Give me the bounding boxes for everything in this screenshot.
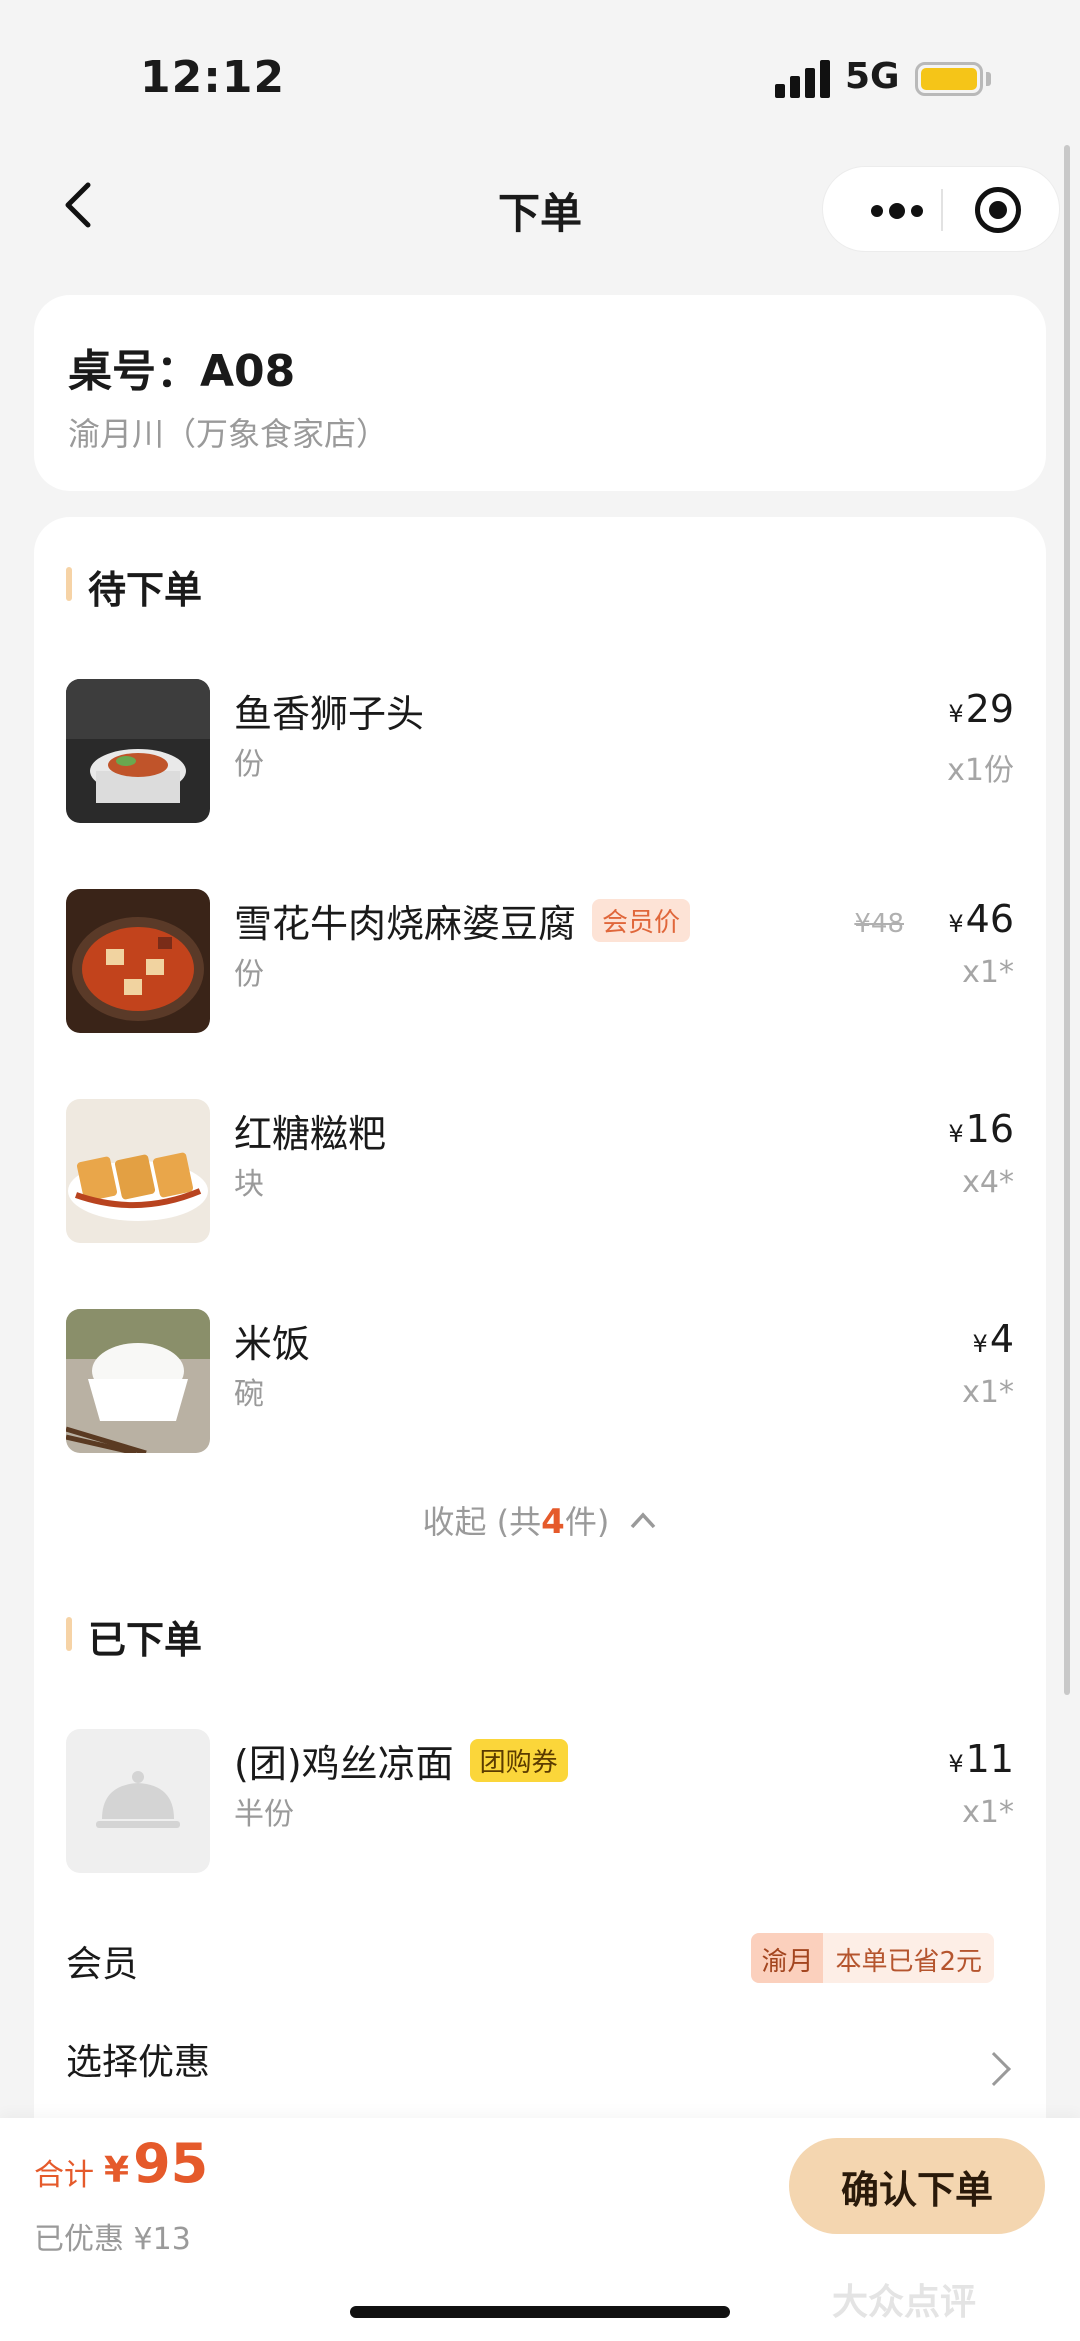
chevron-right-icon[interactable]: [977, 2052, 1011, 2086]
list-item[interactable]: 米饭 碗 ¥4 x1*: [66, 1309, 1014, 1453]
list-item[interactable]: 鱼香狮子头 份 ¥29 x1份: [66, 679, 1014, 823]
battery-icon: [915, 62, 983, 96]
checkout-bar: 合计 ¥95 已优惠 ¥13 确认下单 大众点评: [0, 2118, 1080, 2341]
item-count: 4: [541, 1502, 565, 1542]
close-target-icon[interactable]: [975, 187, 1021, 233]
price-value: 29: [965, 687, 1014, 731]
status-time: 12:12: [140, 52, 286, 103]
home-indicator[interactable]: [350, 2306, 730, 2318]
item-unit: 份: [234, 747, 264, 782]
price-value: 16: [965, 1107, 1014, 1151]
list-item[interactable]: (团)鸡丝凉面 团购券 半份 ¥11 x1*: [66, 1729, 1014, 1873]
chevron-up-icon: [630, 1512, 655, 1529]
item-price: ¥11: [948, 1737, 1014, 1781]
dish-image: [66, 1309, 210, 1453]
ordered-section-title: 已下单: [66, 1609, 202, 1664]
table-info-card: 桌号：A08 渝月川（万象食家店）: [34, 295, 1046, 491]
item-quantity: x4*: [962, 1165, 1014, 1200]
total-value: 95: [133, 2132, 209, 2195]
item-name: (团)鸡丝凉面 团购券: [234, 1733, 568, 1788]
pending-section-title: 待下单: [66, 559, 202, 614]
more-icon[interactable]: [861, 187, 941, 233]
item-quantity: x1份: [947, 753, 1014, 788]
item-unit: 半份: [234, 1797, 294, 1832]
item-unit: 块: [234, 1167, 264, 1202]
status-bar: 12:12 5G: [0, 0, 1080, 150]
discount-amount: 已优惠 ¥13: [34, 2222, 191, 2257]
capsule-divider: [941, 189, 943, 231]
item-price: ¥4: [973, 1317, 1014, 1361]
item-name: 红糖糍粑: [234, 1112, 387, 1156]
collapse-suffix: 件): [564, 1503, 610, 1541]
yen-symbol: ¥: [104, 2150, 130, 2191]
yen-symbol: ¥: [948, 1750, 964, 1778]
list-item[interactable]: 雪花牛肉烧麻婆豆腐 会员价 份 ¥48 ¥46 x1*: [66, 889, 1014, 1033]
dish-placeholder-image: [66, 1729, 210, 1873]
item-quantity: x1*: [962, 955, 1014, 990]
item-quantity: x1*: [962, 1375, 1014, 1410]
price-value: 4: [989, 1317, 1014, 1361]
total-label: 合计: [34, 2158, 94, 2193]
item-unit: 份: [234, 957, 264, 992]
price-value: 46: [965, 897, 1014, 941]
item-name: 鱼香狮子头: [234, 692, 425, 736]
group-coupon-tag: 团购券: [469, 1739, 568, 1782]
member-price-tag: 会员价: [592, 899, 691, 942]
list-item[interactable]: 红糖糍粑 块 ¥16 x4*: [66, 1099, 1014, 1243]
mini-program-capsule: [822, 166, 1060, 252]
order-card: 待下单 鱼香狮子头 份 ¥29 x1份 雪花牛肉烧麻婆豆腐 会员价 份 ¥48 …: [34, 517, 1046, 2341]
battery-tip: [986, 72, 991, 86]
select-discount-label[interactable]: 选择优惠: [66, 2033, 210, 2085]
collapse-toggle[interactable]: 收起 (共4件): [34, 1497, 1046, 1543]
cloche-icon: [96, 1771, 180, 1828]
item-name: 雪花牛肉烧麻婆豆腐 会员价: [234, 893, 691, 948]
collapse-prefix: 收起 (共: [422, 1503, 542, 1541]
dish-image: [66, 679, 210, 823]
dish-image: [66, 889, 210, 1033]
item-quantity: x1*: [962, 1795, 1014, 1830]
member-label: 会员: [66, 1944, 139, 1985]
store-name: 渝月川（万象食家店）: [68, 415, 389, 453]
yen-symbol: ¥: [948, 700, 964, 728]
table-number: 桌号：A08: [68, 346, 296, 397]
dish-image: [66, 1099, 210, 1243]
scrollbar[interactable]: [1064, 145, 1070, 1695]
item-unit: 碗: [234, 1377, 264, 1412]
network-label: 5G: [845, 56, 900, 97]
confirm-order-button[interactable]: 确认下单: [789, 2138, 1045, 2234]
item-price: ¥16: [948, 1107, 1014, 1151]
original-price: ¥48: [854, 909, 904, 939]
yen-symbol: ¥: [948, 910, 964, 938]
signal-icon: [775, 60, 831, 98]
member-savings: 本单已省2元: [823, 1933, 994, 1983]
price-value: 11: [965, 1737, 1014, 1781]
item-price: ¥46: [948, 897, 1014, 941]
yen-symbol: ¥: [972, 1330, 988, 1358]
yen-symbol: ¥: [948, 1120, 964, 1148]
item-price: ¥29: [948, 687, 1014, 731]
member-brand: 渝月: [751, 1933, 824, 1983]
member-savings-badge: 渝月 本单已省2元: [751, 1933, 994, 1983]
watermark: 大众点评: [832, 2282, 977, 2323]
item-name: 米饭: [234, 1322, 311, 1366]
item-name-text: (团)鸡丝凉面: [234, 1742, 454, 1786]
item-name-text: 雪花牛肉烧麻婆豆腐: [234, 902, 577, 946]
total-amount: ¥95: [104, 2132, 208, 2195]
